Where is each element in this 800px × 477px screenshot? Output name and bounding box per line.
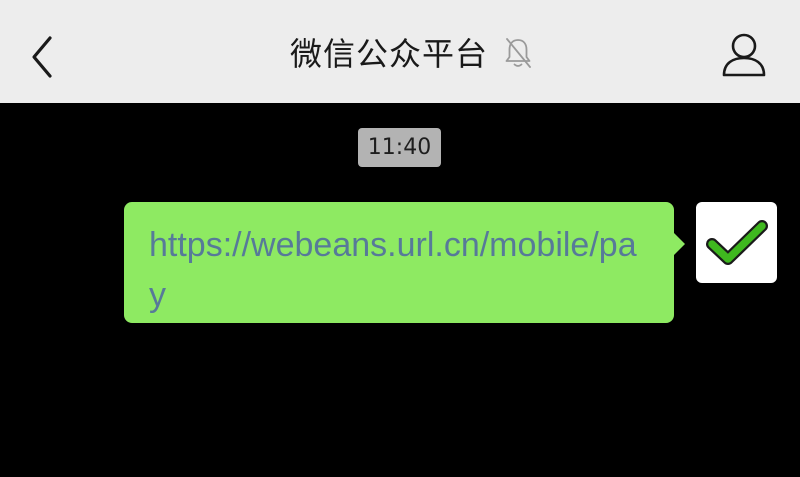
navigation-bar: 微信公众平台 (0, 0, 800, 103)
bell-muted-icon (505, 37, 531, 68)
person-icon (722, 33, 766, 77)
chat-screen: 微信公众平台 11:40 https://webeans.url.cn/mobi… (0, 0, 800, 477)
title-group: 微信公众平台 (0, 0, 800, 103)
chevron-left-icon (32, 36, 52, 78)
message-link-text[interactable]: https://webeans.url.cn/mobile/pay (149, 220, 652, 320)
page-title: 微信公众平台 (289, 34, 488, 73)
message-timestamp: 11:40 (358, 128, 441, 167)
message-bubble[interactable]: https://webeans.url.cn/mobile/pay (124, 202, 674, 323)
back-button[interactable] (22, 32, 66, 82)
avatar[interactable] (696, 202, 777, 283)
green-checkmark-icon (705, 219, 768, 265)
message-bubble-tail (673, 232, 685, 256)
profile-button[interactable] (716, 30, 772, 82)
